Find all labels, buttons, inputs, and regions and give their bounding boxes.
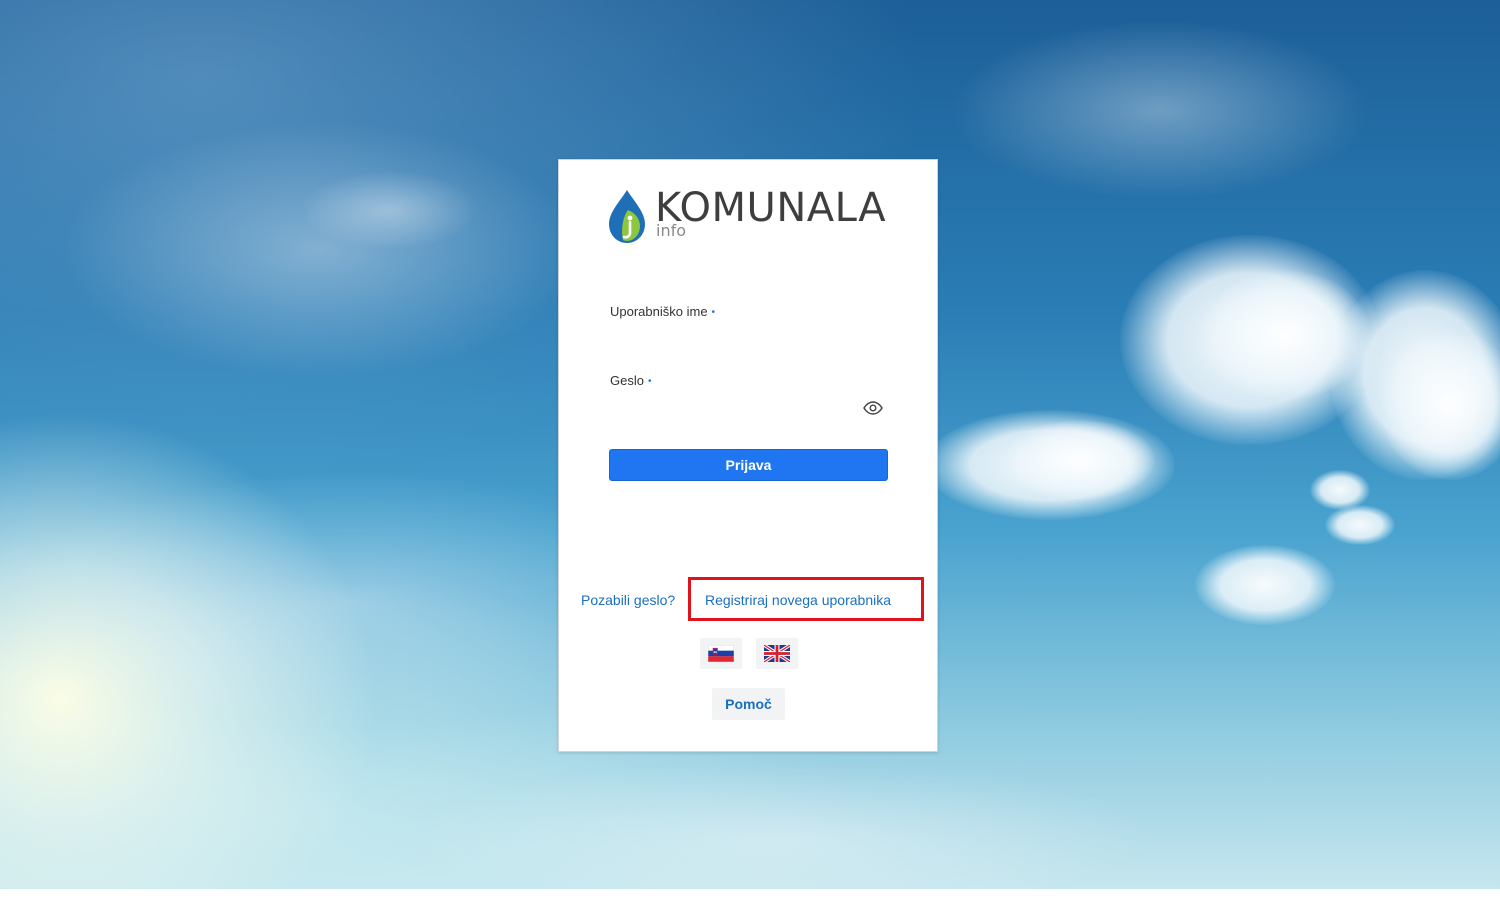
- login-card: KOMUNALA info Uporabniško ime • Geslo • Pr…: [558, 159, 938, 752]
- login-button[interactable]: Prijava: [609, 449, 888, 481]
- cloud-wisp: [400, 760, 1160, 920]
- cloud: [1325, 505, 1395, 545]
- cloud: [1005, 420, 1155, 500]
- password-label: Geslo •: [610, 373, 651, 388]
- eye-icon[interactable]: [863, 401, 883, 415]
- uk-flag-icon: [764, 645, 790, 662]
- language-en-button[interactable]: [756, 638, 798, 669]
- komunala-logo: KOMUNALA info: [605, 185, 895, 248]
- language-sl-button[interactable]: [700, 638, 742, 669]
- password-label-text: Geslo: [610, 373, 644, 388]
- username-label: Uporabniško ime •: [610, 304, 715, 319]
- password-input[interactable]: [610, 394, 850, 420]
- username-label-text: Uporabniško ime: [610, 304, 708, 319]
- username-input[interactable]: [610, 326, 890, 352]
- cloud-wisp: [950, 20, 1370, 200]
- cloud-wisp: [60, 120, 580, 380]
- register-link[interactable]: Registriraj novega uporabnika: [705, 592, 891, 608]
- help-button[interactable]: Pomoč: [712, 688, 785, 720]
- cloud: [1195, 545, 1335, 625]
- water-drop-leaf-icon: [609, 190, 645, 243]
- cloud-wisp: [300, 170, 480, 250]
- required-mark: •: [647, 376, 652, 387]
- forgot-password-link[interactable]: Pozabili geslo?: [581, 592, 675, 608]
- cloud: [1310, 470, 1370, 510]
- logo-subtitle: info: [656, 221, 687, 240]
- slovenia-flag-icon: [708, 645, 734, 662]
- required-mark: •: [711, 307, 716, 318]
- logo-title: KOMUNALA: [655, 185, 887, 231]
